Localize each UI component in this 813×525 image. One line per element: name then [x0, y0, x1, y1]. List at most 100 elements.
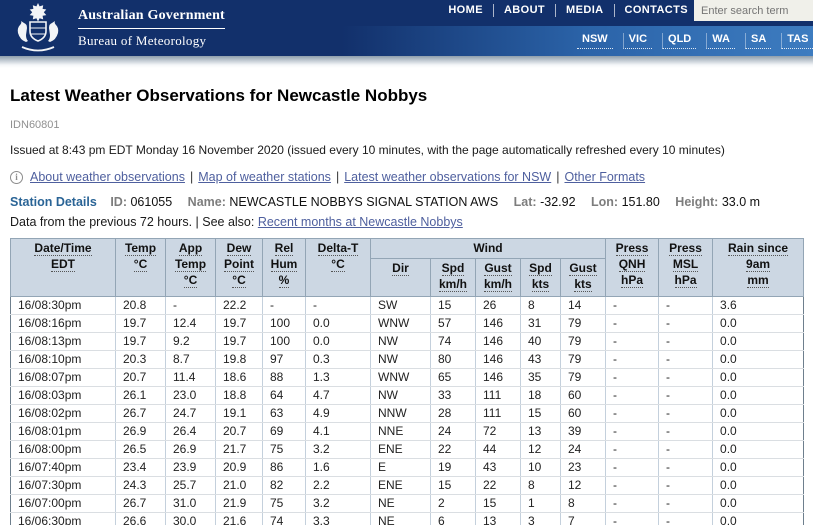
- cell-press-msl: -: [659, 423, 713, 441]
- state-nav-vic[interactable]: VIC: [623, 33, 652, 49]
- logo-bureau-text: Bureau of Meteorology: [78, 33, 225, 49]
- cell-wind-gust-kmh: 146: [476, 351, 521, 369]
- cell-wind-spd-kmh: 2: [431, 495, 476, 513]
- cell-wind-spd-kmh: 65: [431, 369, 476, 387]
- cell-wind-spd-kts: 12: [521, 441, 561, 459]
- cell-wind-gust-kmh: 111: [476, 405, 521, 423]
- cell-rel-hum: 75: [263, 441, 306, 459]
- cell-wind-spd-kmh: 22: [431, 441, 476, 459]
- cell-app-temp: 9.2: [166, 333, 216, 351]
- cell-press-qnh: -: [606, 513, 659, 525]
- cell-dew-point: 19.7: [216, 315, 263, 333]
- product-id: IDN60801: [10, 119, 803, 131]
- cell-wind-spd-kts: 18: [521, 387, 561, 405]
- cell-temp: 19.7: [116, 315, 166, 333]
- state-nav-sa[interactable]: SA: [745, 33, 771, 49]
- cell-press-msl: -: [659, 333, 713, 351]
- cell-app-temp: 12.4: [166, 315, 216, 333]
- cell-temp: 26.7: [116, 495, 166, 513]
- cell-rel-hum: -: [263, 297, 306, 315]
- cell-rel-hum: 100: [263, 315, 306, 333]
- cell-datetime: 16/08:16pm: [11, 315, 116, 333]
- cell-wind-gust-kts: 24: [561, 441, 606, 459]
- station-name-value: NEWCASTLE NOBBYS SIGNAL STATION AWS: [229, 195, 498, 209]
- state-nav-wa[interactable]: WA: [706, 33, 735, 49]
- cell-datetime: 16/07:30pm: [11, 477, 116, 495]
- cell-delta-t: 4.7: [306, 387, 371, 405]
- cell-temp: 26.5: [116, 441, 166, 459]
- cell-app-temp: 31.0: [166, 495, 216, 513]
- state-nav: NSWVICQLDWASATASACTNT: [572, 33, 813, 49]
- link-about-weather-observations[interactable]: About weather observations: [30, 170, 185, 184]
- station-id-label: ID:: [110, 195, 127, 209]
- page-title: Latest Weather Observations for Newcastl…: [10, 86, 803, 106]
- cell-wind-spd-kmh: 15: [431, 477, 476, 495]
- state-nav-qld[interactable]: QLD: [662, 33, 696, 49]
- link-other-formats[interactable]: Other Formats: [564, 170, 645, 184]
- cell-dew-point: 18.6: [216, 369, 263, 387]
- cell-wind-gust-kmh: 146: [476, 369, 521, 387]
- cell-delta-t: 0.3: [306, 351, 371, 369]
- cell-rel-hum: 69: [263, 423, 306, 441]
- link-map-of-weather-stations[interactable]: Map of weather stations: [198, 170, 331, 184]
- bom-home-logo[interactable]: Australian Government Bureau of Meteorol…: [8, 2, 225, 54]
- cell-dew-point: 21.7: [216, 441, 263, 459]
- search-input[interactable]: [694, 0, 813, 21]
- link-latest-weather-observations-for-nsw[interactable]: Latest weather observations for NSW: [344, 170, 551, 184]
- top-nav-contacts[interactable]: CONTACTS: [615, 4, 689, 17]
- cell-wind-dir: NE: [371, 513, 431, 525]
- main-content: Latest Weather Observations for Newcastl…: [0, 86, 813, 525]
- cell-temp: 20.7: [116, 369, 166, 387]
- top-nav-about[interactable]: ABOUT: [494, 4, 556, 17]
- cell-app-temp: 8.7: [166, 351, 216, 369]
- page: Australian Government Bureau of Meteorol…: [0, 0, 813, 525]
- cell-wind-spd-kmh: 15: [431, 297, 476, 315]
- data-note-text: Data from the previous 72 hours. | See a…: [10, 215, 258, 229]
- cell-datetime: 16/08:03pm: [11, 387, 116, 405]
- top-nav-home[interactable]: HOME: [438, 4, 494, 17]
- recent-months-link[interactable]: Recent months at Newcastle Nobbys: [258, 215, 463, 229]
- cell-rel-hum: 86: [263, 459, 306, 477]
- cell-press-qnh: -: [606, 405, 659, 423]
- station-name-label: Name:: [188, 195, 226, 209]
- cell-delta-t: 2.2: [306, 477, 371, 495]
- table-row: 16/08:00pm26.526.921.7753.2ENE22441224--…: [11, 441, 804, 459]
- cell-rel-hum: 74: [263, 513, 306, 525]
- top-nav-media[interactable]: MEDIA: [556, 4, 614, 17]
- cell-wind-gust-kts: 79: [561, 333, 606, 351]
- cell-app-temp: 23.0: [166, 387, 216, 405]
- cell-datetime: 16/08:07pm: [11, 369, 116, 387]
- state-nav-nsw[interactable]: NSW: [577, 33, 613, 49]
- cell-wind-spd-kts: 8: [521, 477, 561, 495]
- cell-datetime: 16/08:10pm: [11, 351, 116, 369]
- col-header-temp: Temp°C: [116, 239, 166, 297]
- table-row: 16/08:03pm26.123.018.8644.7NW331111860--…: [11, 387, 804, 405]
- cell-press-qnh: -: [606, 387, 659, 405]
- cell-delta-t: 3.2: [306, 441, 371, 459]
- cell-press-msl: -: [659, 297, 713, 315]
- cell-rain-9am: 0.0: [713, 333, 804, 351]
- cell-rain-9am: 0.0: [713, 351, 804, 369]
- station-lat-value: -32.92: [540, 195, 575, 209]
- link-separator: |: [556, 170, 559, 184]
- cell-datetime: 16/08:01pm: [11, 423, 116, 441]
- col-header-press-msl: PressMSLhPa: [659, 239, 713, 297]
- obs-table: Date/TimeEDTTemp°CAppTemp°CDewPoint°CRel…: [10, 238, 804, 525]
- cell-dew-point: 20.9: [216, 459, 263, 477]
- cell-temp: 23.4: [116, 459, 166, 477]
- cell-datetime: 16/08:13pm: [11, 333, 116, 351]
- cell-press-qnh: -: [606, 423, 659, 441]
- cell-wind-spd-kts: 43: [521, 351, 561, 369]
- cell-press-msl: -: [659, 459, 713, 477]
- table-row: 16/08:13pm19.79.219.71000.0NW741464079--…: [11, 333, 804, 351]
- cell-delta-t: 1.6: [306, 459, 371, 477]
- cell-press-qnh: -: [606, 441, 659, 459]
- site-header: Australian Government Bureau of Meteorol…: [0, 0, 813, 56]
- col-header-wind-gust-kts: Gustkts: [561, 259, 606, 297]
- header-shadow-strip: [0, 56, 813, 68]
- state-nav-tas[interactable]: TAS: [781, 33, 813, 49]
- links-row: i About weather observations|Map of weat…: [10, 170, 803, 184]
- station-lon-label: Lon:: [591, 195, 618, 209]
- cell-delta-t: 3.2: [306, 495, 371, 513]
- cell-rain-9am: 0.0: [713, 405, 804, 423]
